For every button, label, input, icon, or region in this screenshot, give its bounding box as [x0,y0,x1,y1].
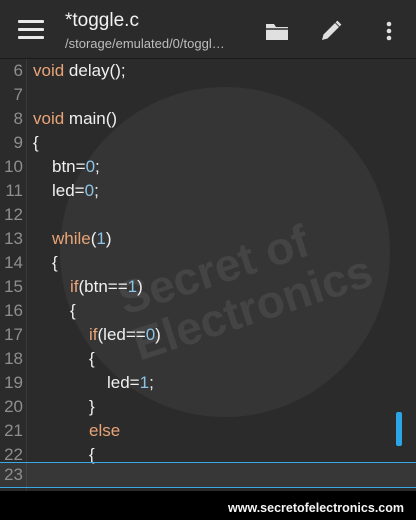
app-bar: *toggle.c /storage/emulated/0/toggl… [0,0,416,59]
website-credit: www.secretofelectronics.com [228,501,404,515]
code-line[interactable]: 20 } [0,395,416,419]
code-line[interactable]: 9 { [0,131,416,155]
file-path: /storage/emulated/0/toggl… [65,36,225,51]
code-text: if(btn==1) [70,277,143,296]
code-line[interactable]: 21 else [0,419,416,443]
code-line[interactable]: 14 { [0,251,416,275]
line-number: 23 [4,465,23,484]
code-line[interactable]: 7 [0,83,416,107]
file-title-block: *toggle.c /storage/emulated/0/toggl… [65,10,255,52]
line-number: 10 [4,157,23,176]
pencil-icon[interactable] [318,18,344,44]
line-number: 18 [4,349,23,368]
line-number: 14 [4,253,23,272]
current-code-line[interactable]: 23 [0,462,416,488]
code-line[interactable]: 6 void delay(); [0,59,416,83]
line-number: 19 [4,373,23,392]
code-text: if(led==0) [89,325,161,344]
code-line[interactable]: 17 if(led==0) [0,323,416,347]
line-number: 7 [13,85,23,104]
line-number: 12 [4,205,23,224]
line-number: 21 [4,421,23,440]
line-number: 15 [4,277,23,296]
menu-icon[interactable] [18,20,44,40]
code-text: { [89,349,95,368]
code-text: btn=0; [52,157,100,176]
line-number: 6 [13,61,23,80]
line-number: 16 [4,301,23,320]
more-vert-icon[interactable] [376,18,402,44]
code-text: { [70,301,76,320]
code-line[interactable]: 10 btn=0; [0,155,416,179]
app-frame: *toggle.c /storage/emulated/0/toggl… Sec… [0,0,416,520]
code-text: else [89,421,121,440]
code-line[interactable]: 13 while(1) [0,227,416,251]
line-number: 20 [4,397,23,416]
line-number: 11 [5,181,23,200]
code-line[interactable]: 11 led=0; [0,179,416,203]
code-line[interactable]: 16 { [0,299,416,323]
code-text: led=0; [52,181,99,200]
scrollbar-thumb[interactable] [396,412,402,446]
line-number: 13 [4,229,23,248]
code-line[interactable]: 19 led=1; [0,371,416,395]
code-line[interactable]: 12 [0,203,416,227]
line-number: 9 [13,133,23,152]
folder-icon[interactable] [264,18,290,44]
code-text: while(1) [52,229,112,248]
code-line[interactable]: 18 { [0,347,416,371]
line-number: 17 [4,325,23,344]
footer-bar: www.secretofelectronics.com [0,491,416,520]
code-text: { [33,133,39,152]
code-line[interactable]: 8 void main() [0,107,416,131]
file-title: *toggle.c [65,10,139,31]
code-line[interactable]: 15 if(btn==1) [0,275,416,299]
line-number: 8 [13,109,23,128]
code-text: } [89,397,95,416]
code-text: void delay(); [33,61,126,80]
code-text: led=1; [107,373,154,392]
code-text: void main() [33,109,118,128]
code-editor[interactable]: Secret of Electronics 6 void delay(); 7 … [0,59,416,491]
code-text: { [52,253,58,272]
